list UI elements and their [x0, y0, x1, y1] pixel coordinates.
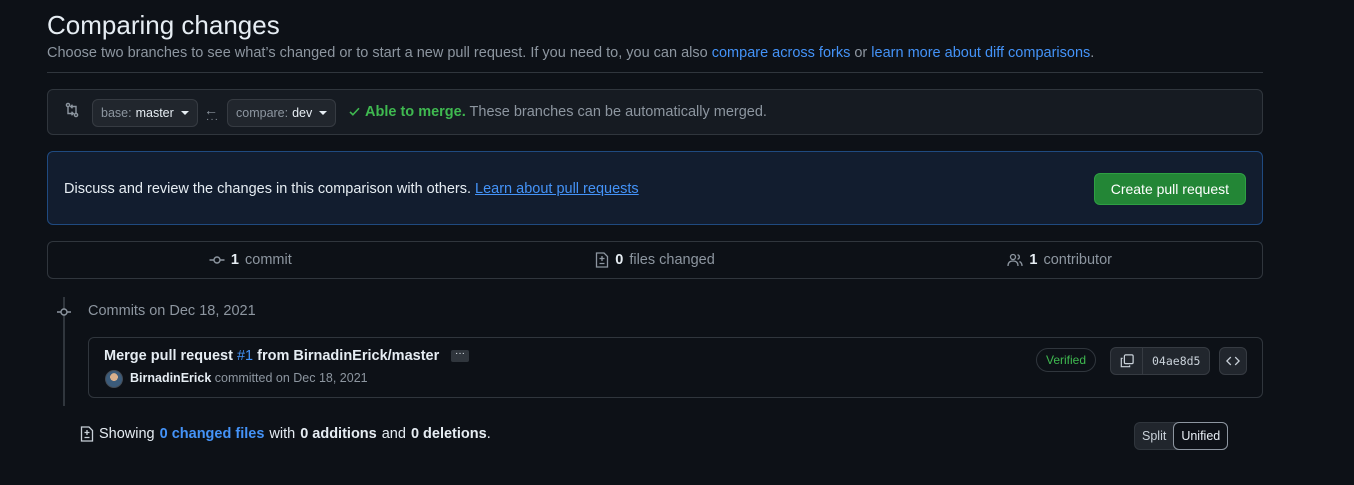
- page-subtitle: Choose two branches to see what’s change…: [47, 45, 1094, 61]
- people-icon: [1007, 253, 1024, 267]
- commit-sha-link[interactable]: 04ae8d5: [1143, 348, 1209, 374]
- chevron-down-icon: [319, 111, 328, 115]
- learn-diff-comparisons-link[interactable]: learn more about diff comparisons: [871, 45, 1090, 61]
- split-view-button[interactable]: Split: [1135, 423, 1173, 449]
- code-icon: [1226, 356, 1240, 366]
- git-commit-icon: [209, 256, 225, 264]
- diff-stats: Showing 0 changed files with 0 additions…: [80, 426, 491, 442]
- subtitle-or: or: [850, 45, 872, 61]
- git-commit-icon: [57, 305, 71, 322]
- pull-request-link[interactable]: #1: [237, 348, 253, 364]
- files-changed-tab[interactable]: 0 files changed: [453, 242, 858, 278]
- files-label: files changed: [629, 252, 715, 268]
- compare-across-forks-link[interactable]: compare across forks: [712, 45, 851, 61]
- range-editor: base: master ← ··· compare: dev Able to …: [47, 89, 1263, 135]
- showing-label: Showing: [99, 426, 155, 442]
- file-diff-icon: [80, 426, 94, 442]
- base-value: master: [135, 106, 174, 120]
- copy-icon: [1120, 354, 1134, 368]
- check-icon: [349, 107, 360, 116]
- create-pull-request-button[interactable]: Create pull request: [1093, 173, 1246, 205]
- merge-ok-label: Able to merge.: [365, 104, 466, 120]
- files-count: 0: [615, 252, 624, 268]
- file-diff-icon: [596, 252, 609, 268]
- deletions-count: 0 deletions: [410, 426, 487, 442]
- verified-badge[interactable]: Verified: [1036, 348, 1097, 372]
- changed-files-link[interactable]: 0 changed files: [160, 426, 265, 442]
- commit-message-suffix: from BirnadinErick/master: [253, 348, 440, 364]
- compare-value: dev: [292, 106, 313, 120]
- additions-count: 0 additions: [300, 426, 377, 442]
- copy-sha-button[interactable]: [1111, 348, 1143, 374]
- commits-count: 1: [230, 252, 239, 268]
- compare-branch-select[interactable]: compare: dev: [227, 99, 337, 127]
- pull-request-banner: Discuss and review the changes in this c…: [47, 151, 1263, 225]
- learn-pull-requests-link[interactable]: Learn about pull requests: [475, 181, 639, 197]
- page-title: Comparing changes: [47, 10, 280, 40]
- subtitle-text: Choose two branches to see what’s change…: [47, 45, 712, 61]
- commit-date: committed on Dec 18, 2021: [211, 371, 368, 385]
- commit-message[interactable]: Merge pull request #1 from BirnadinErick…: [104, 348, 439, 364]
- subtitle-end: .: [1090, 45, 1095, 61]
- contributors-label: contributor: [1043, 252, 1112, 268]
- comparison-summary: 1 commit 0 files changed 1 contributor: [47, 241, 1263, 279]
- divider: [47, 72, 1263, 73]
- commits-group-heading: Commits on Dec 18, 2021: [88, 303, 256, 319]
- avatar[interactable]: [105, 370, 123, 388]
- unified-view-button[interactable]: Unified: [1173, 422, 1229, 450]
- contributors-tab[interactable]: 1 contributor: [857, 242, 1262, 278]
- commit-row: Merge pull request #1 from BirnadinErick…: [88, 337, 1263, 398]
- commit-author-link[interactable]: BirnadinErick: [130, 371, 211, 385]
- commit-message-prefix: Merge pull request: [104, 348, 237, 364]
- chevron-down-icon: [180, 111, 189, 115]
- diff-view-toggle: Split Unified: [1134, 422, 1229, 450]
- merge-status-text: These branches can be automatically merg…: [465, 104, 767, 120]
- merge-status: Able to merge. These branches can be aut…: [348, 104, 767, 120]
- contributors-count: 1: [1029, 252, 1038, 268]
- and-label: and: [381, 426, 406, 442]
- commits-tab[interactable]: 1 commit: [48, 242, 453, 278]
- browse-repository-button[interactable]: [1219, 347, 1247, 375]
- banner-text: Discuss and review the changes in this c…: [64, 181, 639, 197]
- base-label: base:: [101, 106, 132, 120]
- commit-sha-group: 04ae8d5: [1110, 347, 1211, 375]
- commit-author-line: BirnadinErick committed on Dec 18, 2021: [130, 371, 368, 385]
- more-dots-icon[interactable]: ···: [206, 114, 219, 125]
- period: .: [486, 426, 491, 442]
- base-branch-select[interactable]: base: master: [92, 99, 198, 127]
- compare-label: compare:: [236, 106, 289, 120]
- commits-label: commit: [245, 252, 292, 268]
- with-label: with: [269, 426, 296, 442]
- expand-commit-message-button[interactable]: ···: [451, 349, 469, 362]
- banner-message: Discuss and review the changes in this c…: [64, 181, 476, 197]
- git-compare-icon: [64, 102, 80, 121]
